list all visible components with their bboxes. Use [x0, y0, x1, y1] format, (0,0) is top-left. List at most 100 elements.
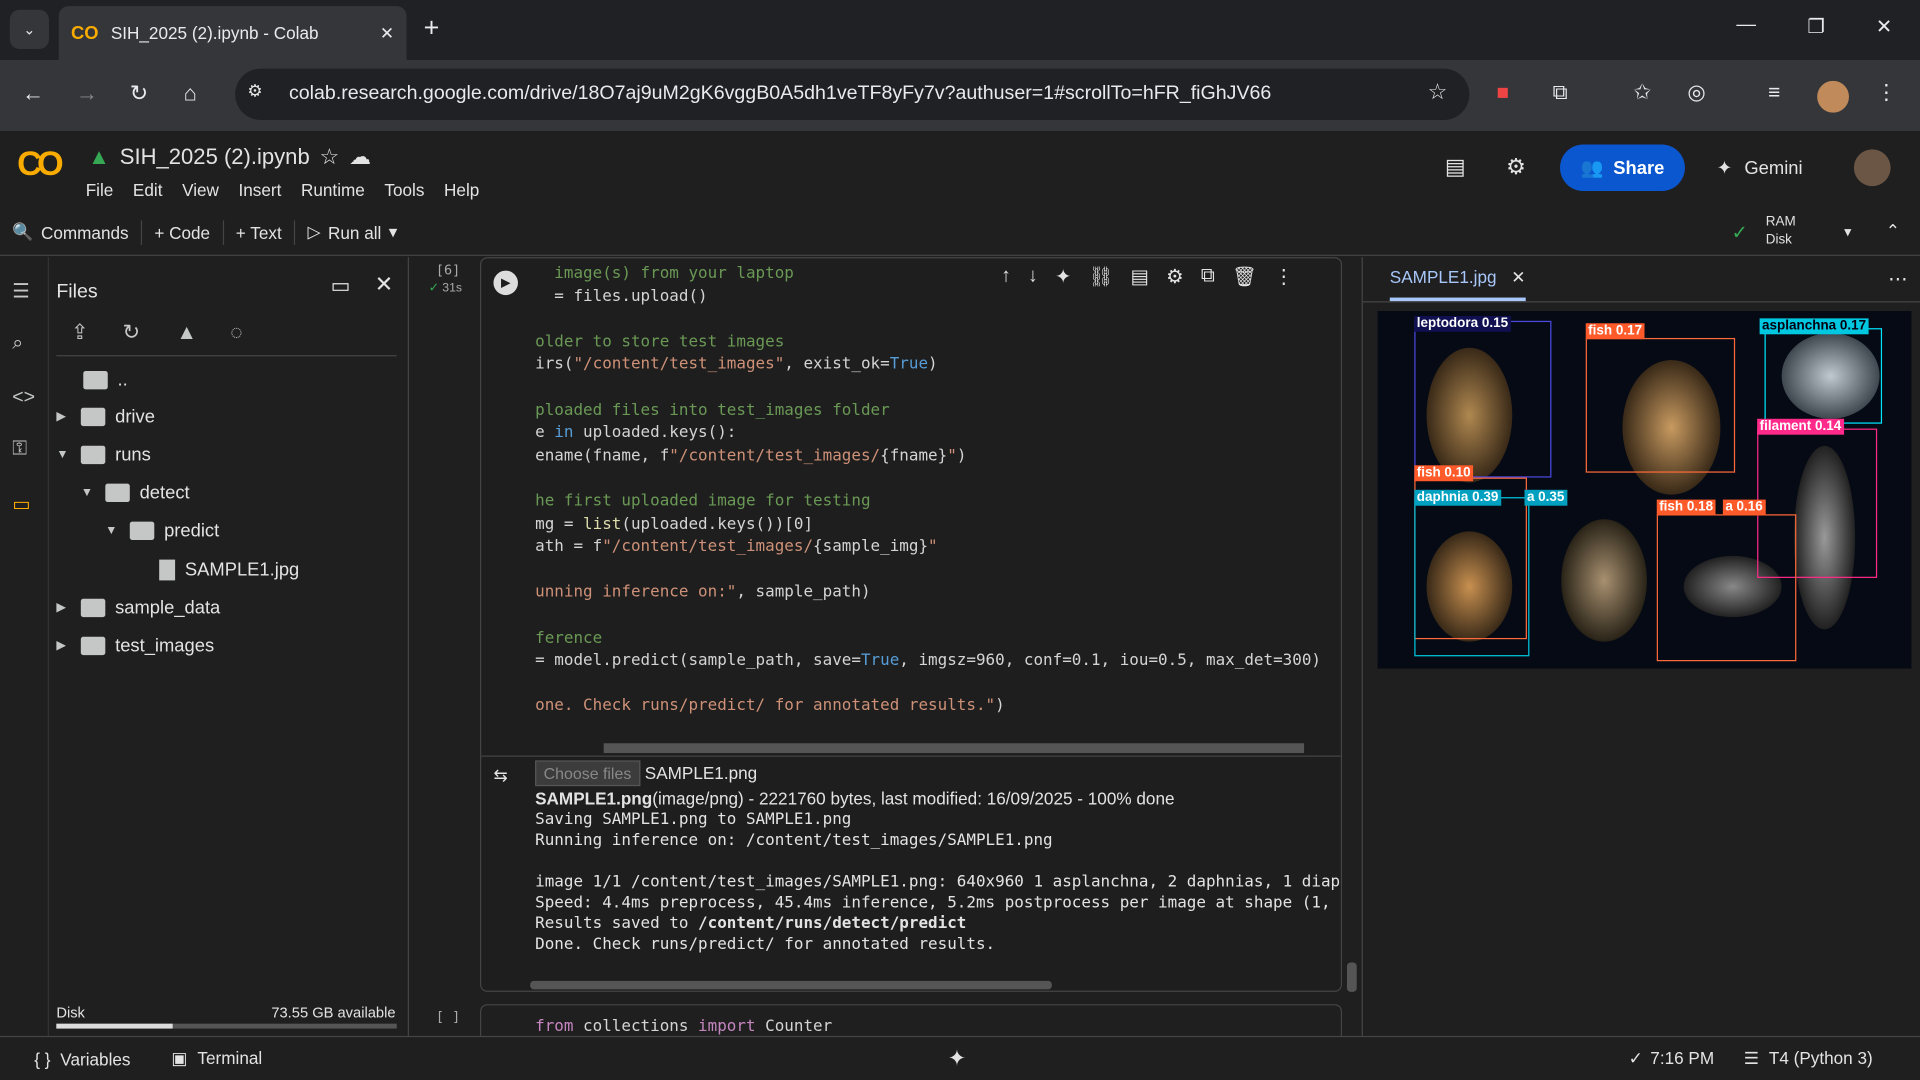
tree-runs[interactable]: ▼ runs [56, 437, 151, 471]
chevron-down-icon[interactable]: ▼ [81, 486, 96, 499]
secrets-key-icon[interactable]: ⚿ [12, 438, 27, 460]
people-icon: 👥 [1580, 157, 1604, 179]
viewer-tab[interactable]: SAMPLE1.jpg ✕ [1389, 267, 1526, 302]
tree-test-images[interactable]: ▶ test_images [56, 628, 214, 662]
last-run-time[interactable]: ✓ 7:16 PM [1629, 1048, 1715, 1069]
menu-insert[interactable]: Insert [239, 180, 282, 200]
output-toggle-icon[interactable]: ⇆ [493, 765, 507, 786]
address-bar[interactable]: ⚙ colab.research.google.com/drive/18O7aj… [235, 68, 1470, 121]
menu-edit[interactable]: Edit [133, 180, 163, 200]
screenshot-icon[interactable]: ◎ [1687, 81, 1705, 105]
tab-search-button[interactable]: ⌄ [9, 9, 49, 49]
output-scrollbar[interactable] [530, 980, 1052, 990]
gemini-button[interactable]: ✦ Gemini [1717, 157, 1803, 178]
ram-disk-indicator[interactable]: RAM Disk [1766, 213, 1796, 250]
runtime-status[interactable]: ☰ T4 (Python 3) [1744, 1048, 1873, 1069]
link-icon[interactable]: ⛓ [1089, 264, 1114, 288]
tree-sample1[interactable]: SAMPLE1.jpg [159, 552, 299, 586]
choose-files-button[interactable]: Choose files [535, 760, 640, 787]
add-text-button[interactable]: + Text [224, 219, 296, 245]
browser-menu-icon[interactable]: ⋮ [1876, 81, 1897, 105]
minimize-icon[interactable]: — [1736, 15, 1756, 37]
more-horiz-icon[interactable]: ⋯ [1888, 267, 1908, 291]
files-title: Files [56, 281, 98, 303]
collapse-header-icon[interactable]: ⌃ [1886, 220, 1900, 241]
settings-gear-icon[interactable]: ⚙ [1506, 154, 1526, 180]
horizontal-scrollbar[interactable] [603, 743, 1305, 754]
close-window-icon[interactable]: ✕ [1876, 15, 1892, 39]
back-icon[interactable]: ← [22, 81, 44, 107]
code-snippets-icon[interactable]: <> [12, 387, 35, 409]
restore-icon[interactable]: ❐ [1807, 15, 1825, 39]
media-icon[interactable]: ≡ [1768, 81, 1780, 105]
add-code-button[interactable]: + Code [142, 219, 224, 245]
user-avatar[interactable] [1853, 149, 1891, 187]
hide-files-icon[interactable]: ◌ [230, 321, 242, 345]
extensions-puzzle-icon[interactable]: ⧉ [1553, 81, 1568, 105]
files-folder-icon[interactable]: ▭ [12, 492, 31, 516]
extension-icon[interactable]: ■ [1496, 81, 1509, 105]
menu-runtime[interactable]: Runtime [301, 180, 365, 200]
favorites-icon[interactable]: ✩ [1633, 81, 1650, 105]
share-button[interactable]: 👥 Share [1560, 144, 1685, 192]
code-editor[interactable]: image(s) from your laptop = files.upload… [535, 263, 1321, 718]
output-line: Speed: 4.4ms preprocess, 45.4ms inferenc… [535, 893, 1343, 913]
tree-drive[interactable]: ▶ drive [56, 399, 155, 433]
menu-file[interactable]: File [86, 180, 114, 200]
browser-tab[interactable]: CO SIH_2025 (2).ipynb - Colab ✕ [58, 6, 407, 61]
notebook-scrollbar[interactable] [1346, 962, 1357, 992]
cell-settings-icon[interactable]: ⚙ [1166, 264, 1184, 288]
more-vert-icon[interactable]: ⋮ [1274, 264, 1294, 288]
menu-help[interactable]: Help [444, 180, 479, 200]
upload-icon[interactable]: ⇪ [71, 321, 88, 345]
chevron-right-icon[interactable]: ▶ [56, 601, 71, 614]
menu-view[interactable]: View [182, 180, 219, 200]
mirror-cell-icon[interactable]: ⧉ [1201, 266, 1215, 288]
toc-icon[interactable]: ☰ [12, 279, 30, 303]
bookmark-star-icon[interactable]: ☆ [1428, 80, 1448, 106]
home-icon[interactable]: ⌂ [184, 81, 197, 107]
chevron-right-icon[interactable]: ▶ [56, 410, 71, 423]
gemini-sparkle-icon[interactable]: ✦ [1055, 264, 1071, 288]
star-icon[interactable]: ☆ [319, 144, 339, 170]
notebook-title[interactable]: SIH_2025 (2).ipynb [120, 144, 310, 170]
next-code-cell[interactable]: from collections import Counter [480, 1004, 1343, 1036]
site-info-icon[interactable]: ⚙ [247, 81, 262, 102]
move-down-icon[interactable]: ↓ [1028, 266, 1038, 288]
menu-tools[interactable]: Tools [384, 180, 424, 200]
commands-button[interactable]: 🔍 Commands [0, 219, 143, 245]
tree-detect[interactable]: ▼ detect [81, 475, 190, 509]
chevron-down-icon[interactable]: ▼ [105, 523, 120, 536]
comment-icon[interactable]: ▤ [1131, 264, 1150, 288]
refresh-icon[interactable]: ↻ [122, 321, 139, 345]
tree-parent[interactable]: .. [83, 362, 128, 396]
colab-logo[interactable]: CO [17, 144, 64, 183]
chevron-down-icon[interactable]: ▾ [389, 222, 398, 243]
tree-sample-data[interactable]: ▶ sample_data [56, 590, 220, 624]
close-panel-icon[interactable]: ✕ [375, 272, 393, 298]
terminal-button[interactable]: ▣ Terminal [171, 1048, 262, 1069]
chevron-right-icon[interactable]: ▶ [56, 639, 71, 652]
move-up-icon[interactable]: ↑ [1001, 266, 1011, 288]
close-tab-icon[interactable]: ✕ [1511, 267, 1525, 288]
browser-profile-avatar[interactable] [1817, 80, 1849, 113]
find-icon[interactable]: ⌕ [12, 333, 23, 355]
mount-drive-icon[interactable]: ▲ [176, 321, 197, 345]
code-cell[interactable]: ▶ image(s) from your laptop = files.uplo… [480, 257, 1343, 992]
gemini-status-icon[interactable]: ✦ [948, 1046, 966, 1072]
open-in-tab-icon[interactable]: ▭ [331, 274, 351, 298]
run-cell-icon[interactable]: ▶ [493, 270, 518, 296]
tab-close-icon[interactable]: ✕ [380, 23, 394, 44]
delete-icon[interactable]: 🗑 [1232, 264, 1257, 288]
notebook-title-row: ▲ SIH_2025 (2).ipynb ☆ ☁ [88, 144, 371, 170]
run-all-button[interactable]: ▷ Run all ▾ [295, 220, 409, 244]
forward-icon[interactable]: → [76, 81, 98, 107]
tree-predict[interactable]: ▼ predict [105, 513, 219, 547]
new-tab-icon[interactable]: + [424, 12, 440, 44]
runtime-dropdown-icon[interactable]: ▾ [1844, 223, 1851, 240]
comments-icon[interactable]: ▤ [1445, 154, 1466, 180]
chevron-down-icon[interactable]: ▼ [56, 448, 71, 461]
reload-icon[interactable]: ↻ [130, 81, 148, 107]
variables-button[interactable]: { } Variables [34, 1049, 130, 1069]
cloud-icon[interactable]: ☁ [349, 144, 371, 170]
